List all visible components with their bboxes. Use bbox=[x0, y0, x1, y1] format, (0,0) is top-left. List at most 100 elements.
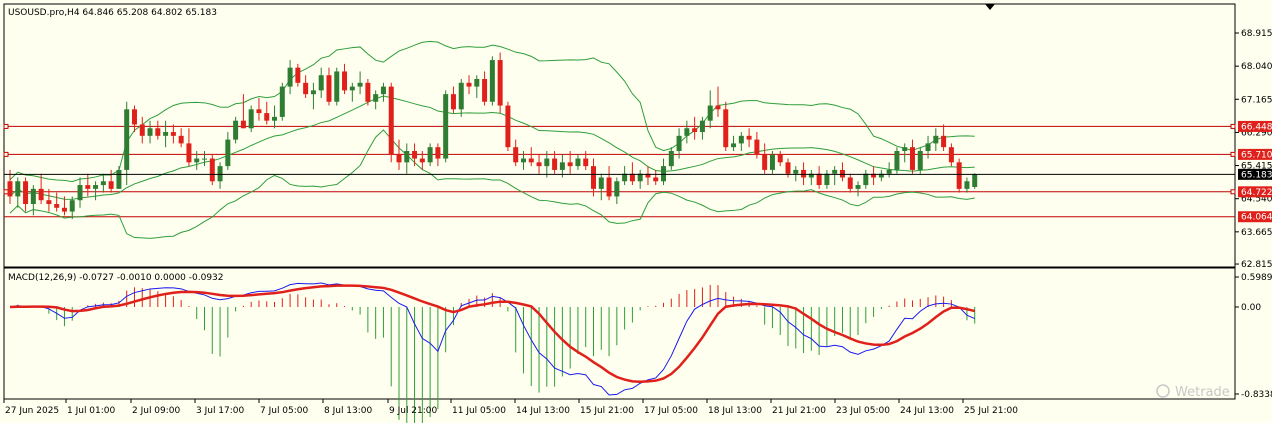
price-tick-label: 68.040 bbox=[1241, 62, 1272, 72]
candle-body bbox=[497, 60, 503, 106]
time-tick-label: 3 Jul 17:00 bbox=[196, 406, 245, 416]
candle bbox=[209, 154, 215, 186]
candle-body bbox=[863, 173, 869, 186]
watermark: Wetrade bbox=[1175, 385, 1230, 400]
candle-body bbox=[948, 147, 954, 163]
level-anchor[interactable] bbox=[1230, 123, 1236, 129]
candle-body bbox=[653, 177, 659, 182]
candle-body bbox=[365, 82, 371, 102]
price-axis: 68.91568.04067.16566.29065.41564.54063.6… bbox=[1235, 29, 1272, 270]
current-price-label: 65.183 bbox=[1241, 170, 1272, 180]
candle-body bbox=[964, 181, 970, 189]
macd-tick-label: 0.5989 bbox=[1241, 273, 1272, 283]
macd-info: MACD(12,26,9) -0.0727 -0.0010 0.0000 -0.… bbox=[8, 273, 224, 283]
candle-body bbox=[209, 158, 215, 182]
candle-body bbox=[326, 75, 332, 102]
candle-body bbox=[147, 128, 153, 136]
candle-body bbox=[754, 139, 760, 155]
candle-body bbox=[824, 173, 830, 186]
candle-body bbox=[785, 162, 791, 174]
candle-body bbox=[85, 185, 91, 189]
candle-body bbox=[684, 128, 690, 136]
candle-body bbox=[847, 177, 853, 189]
candle-body bbox=[186, 143, 192, 163]
candle-body bbox=[7, 181, 13, 197]
candle-body bbox=[482, 79, 488, 102]
level-price-label: 65.710 bbox=[1241, 150, 1272, 160]
candle-body bbox=[23, 181, 29, 205]
candle-body bbox=[692, 128, 698, 133]
price-tick-label: 67.165 bbox=[1241, 95, 1272, 105]
candle-body bbox=[131, 109, 137, 125]
time-tick-label: 25 Jul 21:00 bbox=[964, 406, 1018, 416]
candle-body bbox=[567, 162, 573, 167]
time-tick-label: 27 Jun 2025 bbox=[5, 406, 59, 416]
candle-body bbox=[668, 150, 674, 167]
candle-body bbox=[61, 207, 67, 212]
macd-tick-label: 0.00 bbox=[1241, 303, 1261, 313]
time-tick-label: 24 Jul 13:00 bbox=[900, 406, 954, 416]
level-anchor[interactable] bbox=[3, 189, 9, 195]
candle-body bbox=[855, 185, 861, 189]
candle-body bbox=[419, 158, 425, 163]
candle-body bbox=[38, 188, 44, 201]
candle-body bbox=[746, 135, 752, 140]
candle-body bbox=[450, 94, 456, 110]
candle-body bbox=[380, 86, 386, 95]
symbol-info: USOUSD.pro,H4 64.846 65.208 64.802 65.18… bbox=[8, 8, 217, 18]
candle-body bbox=[769, 154, 775, 170]
candle-body bbox=[723, 109, 729, 148]
candle-body bbox=[917, 150, 923, 170]
candle-body bbox=[699, 120, 705, 133]
candle-body bbox=[170, 132, 176, 136]
time-tick-label: 7 Jul 05:00 bbox=[260, 406, 309, 416]
macd-tick-label: -0.8338 bbox=[1241, 390, 1272, 400]
candle-body bbox=[435, 147, 441, 159]
candle-body bbox=[886, 169, 892, 174]
trading-chart[interactable]: 68.91568.04067.16566.29065.41564.54063.6… bbox=[0, 0, 1272, 423]
time-tick-label: 14 Jul 13:00 bbox=[516, 406, 570, 416]
candle-body bbox=[575, 158, 581, 167]
candle-body bbox=[552, 158, 558, 170]
candle-body bbox=[334, 71, 340, 102]
candle-body bbox=[256, 109, 262, 114]
candle-body bbox=[839, 169, 845, 178]
candle-body bbox=[116, 169, 122, 189]
candle-body bbox=[489, 60, 495, 102]
candle-body bbox=[513, 147, 519, 163]
candle-body bbox=[272, 116, 278, 121]
candle-body bbox=[801, 169, 807, 178]
candle-body bbox=[155, 128, 161, 136]
time-tick-label: 8 Jul 13:00 bbox=[324, 406, 373, 416]
level-anchor[interactable] bbox=[1230, 151, 1236, 157]
candle-body bbox=[69, 200, 75, 212]
candle-body bbox=[591, 166, 596, 189]
time-tick-label: 2 Jul 09:00 bbox=[132, 406, 181, 416]
price-tick-label: 63.665 bbox=[1241, 228, 1272, 238]
candle-body bbox=[925, 143, 931, 151]
candle-body bbox=[396, 154, 402, 163]
macd-panel-frame bbox=[3, 267, 1236, 400]
candle-body bbox=[124, 109, 130, 170]
candle-body bbox=[93, 185, 99, 189]
candle-body bbox=[909, 147, 915, 170]
candle bbox=[956, 158, 962, 193]
level-price-label: 64.722 bbox=[1241, 188, 1272, 198]
candle-body bbox=[357, 82, 363, 87]
candle bbox=[248, 105, 254, 133]
candle-body bbox=[544, 158, 550, 167]
candle-body bbox=[902, 147, 908, 151]
candle-body bbox=[956, 162, 962, 189]
level-anchor[interactable] bbox=[3, 151, 9, 157]
price-tick-label: 62.815 bbox=[1241, 260, 1272, 270]
level-anchor[interactable] bbox=[1230, 189, 1236, 195]
candle-body bbox=[388, 86, 394, 155]
level-anchor[interactable] bbox=[3, 123, 9, 129]
candle-body bbox=[816, 173, 822, 186]
candle bbox=[497, 52, 503, 114]
candle bbox=[388, 82, 394, 163]
candle bbox=[334, 67, 340, 106]
time-axis: 27 Jun 2025 1 Jul 01:00 2 Jul 09:00 3 Jul 1… bbox=[3, 399, 1018, 416]
candle-body bbox=[676, 135, 682, 151]
candle-body bbox=[342, 71, 348, 91]
